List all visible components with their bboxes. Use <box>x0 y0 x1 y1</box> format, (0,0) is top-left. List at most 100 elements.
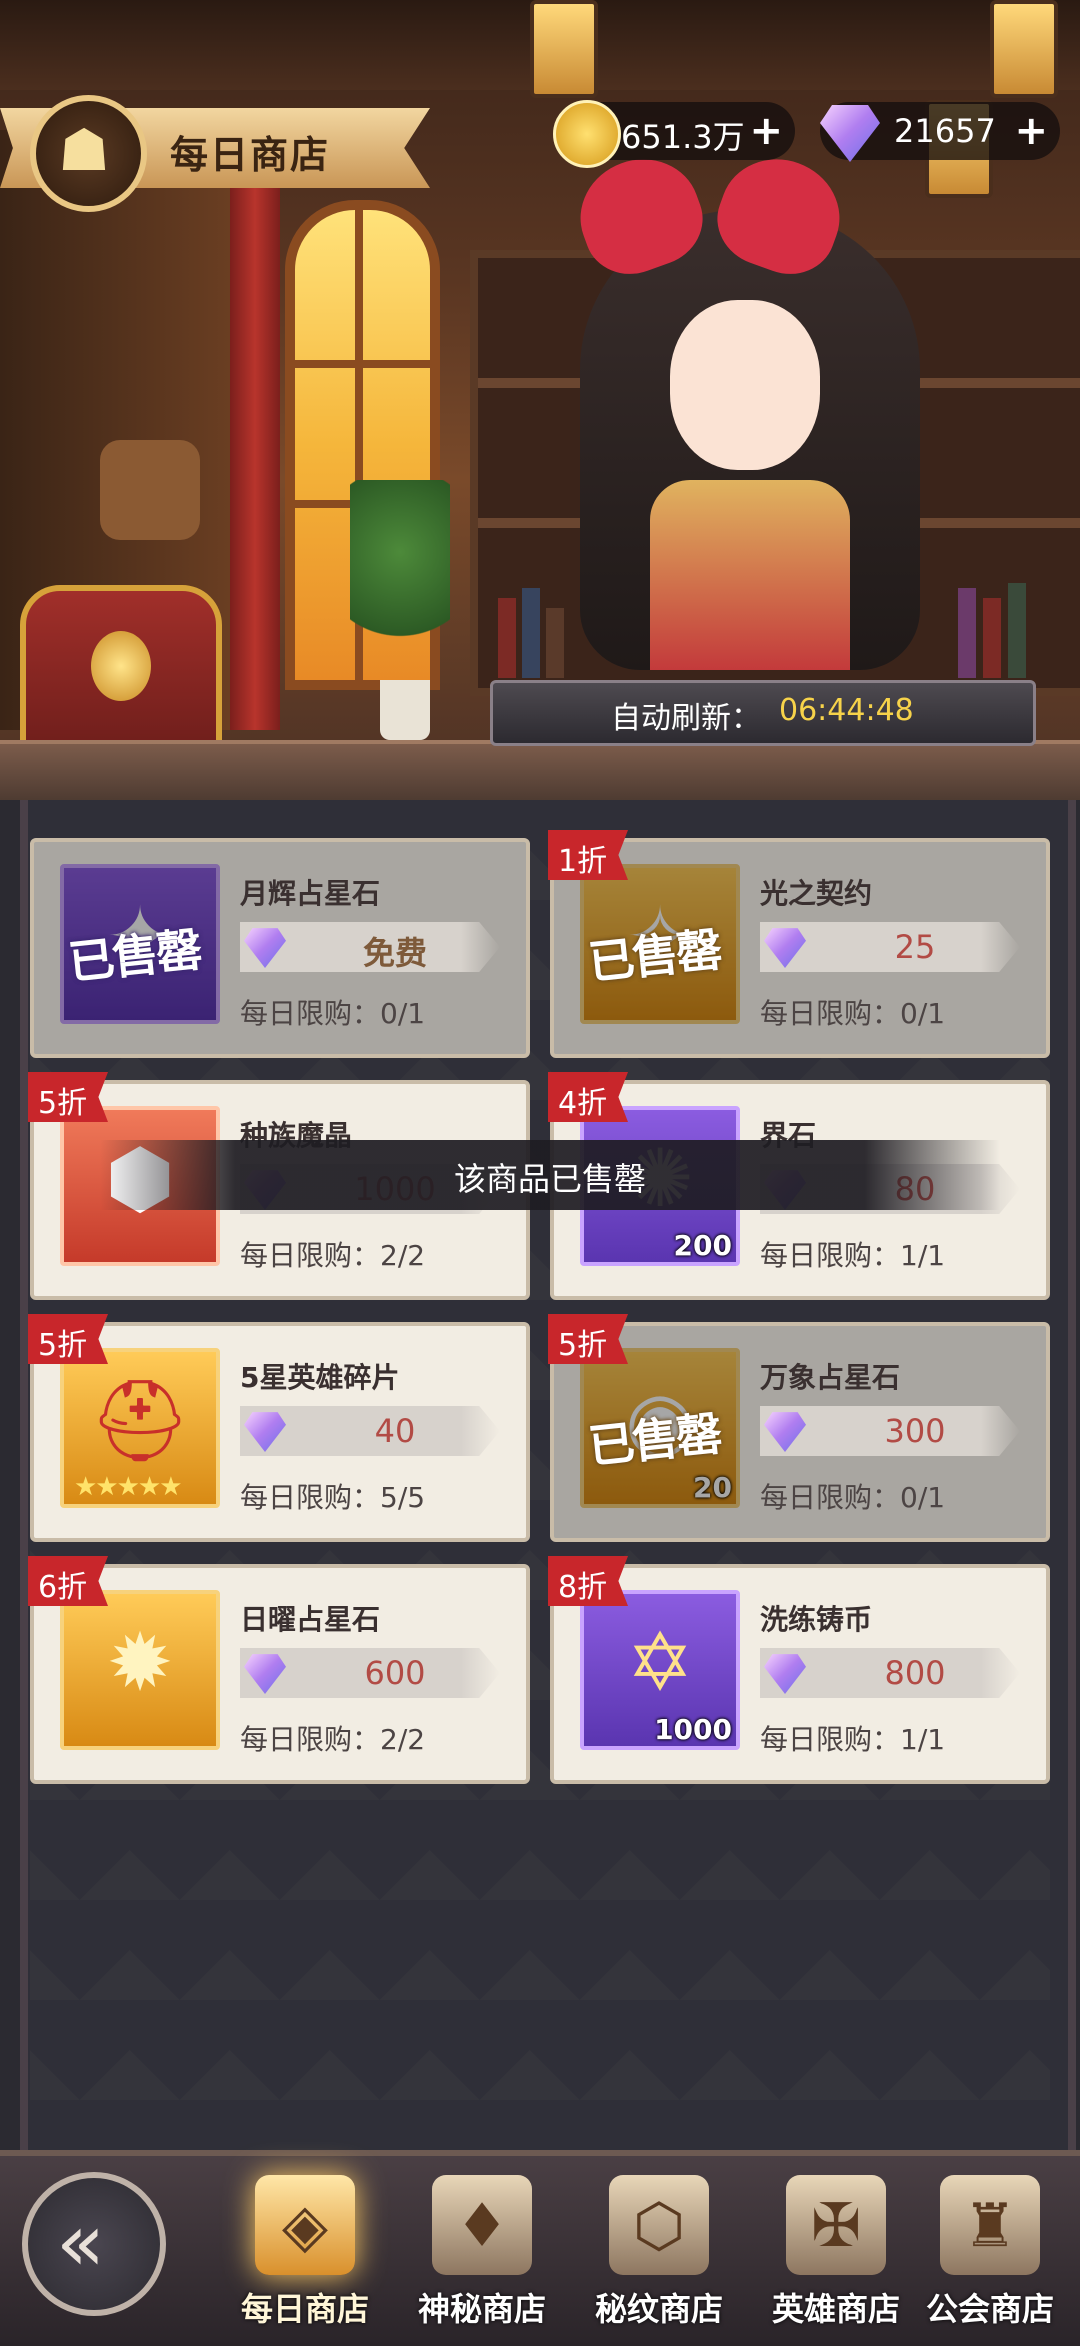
add-diamond-button[interactable]: + <box>1014 108 1048 154</box>
lamp-decoration <box>990 0 1058 98</box>
tab-daily-shop[interactable]: ◈ 每日商店 <box>215 2165 395 2340</box>
diamond-amount: 21657 <box>894 112 996 150</box>
discount-label: 5折 <box>38 1086 88 1121</box>
purchase-limit: 每日限购：2/2 <box>240 1239 426 1272</box>
item-name: 月辉占星石 <box>240 877 381 910</box>
toast-message: 该商品已售罄 <box>453 1160 646 1198</box>
counter-top <box>0 740 1080 800</box>
tab-label: 每日商店 <box>240 2290 369 2328</box>
plant-pot <box>380 680 430 740</box>
item-name: 万象占星石 <box>760 1361 901 1394</box>
shop-item-card[interactable]: ✡ 1000 洗练铸币 800 每日限购：1/1 8折 <box>548 1556 1050 1784</box>
refresh-countdown: 06:44:48 <box>779 693 914 728</box>
discount-badge: 1折 <box>548 830 628 880</box>
item-quantity: 1000 <box>654 1713 732 1746</box>
purchase-limit: 每日限购：0/1 <box>760 1481 946 1514</box>
page-title: 每日商店 <box>170 133 331 177</box>
tab-label: 秘纹商店 <box>594 2290 723 2328</box>
purchase-limit: 每日限购：1/1 <box>760 1239 946 1272</box>
item-name: 5星英雄碎片 <box>240 1361 400 1394</box>
treasure-chest <box>20 585 222 757</box>
balloon-icon: ☗ <box>30 95 147 212</box>
purchase-limit: 每日限购：0/1 <box>240 997 426 1030</box>
price-bar: 40 <box>240 1406 500 1456</box>
tab-label: 英雄商店 <box>771 2290 900 2328</box>
item-price: 800 <box>884 1654 946 1692</box>
shop-item-card[interactable]: ✹ 日曜占星石 600 每日限购：2/2 6折 <box>28 1556 530 1784</box>
shop-item-card[interactable]: ◉ 20 已售罄 万象占星石 300 每日限购：0/1 5折 <box>548 1314 1050 1542</box>
diamond-icon <box>764 1654 806 1694</box>
shop-item-card[interactable]: ⛑ ★★★★★ 5星英雄碎片 40 每日限购：5/5 5折 <box>28 1314 530 1542</box>
diamond-icon <box>244 1412 286 1452</box>
five-star-rating: ★★★★★ <box>74 1472 183 1502</box>
tab-label: 神秘商店 <box>417 2290 546 2328</box>
shop-item-card[interactable]: ✦ 已售罄 月辉占星石 免费 每日限购：0/1 <box>30 838 530 1058</box>
sold-out-stamp: 已售罄 <box>585 922 723 990</box>
add-gold-button[interactable]: + <box>749 108 783 154</box>
sun-astral-stone-icon: ✹ <box>60 1590 220 1750</box>
item-price: 40 <box>374 1412 416 1450</box>
back-arrow-icon: « <box>56 2196 105 2289</box>
lamp-decoration <box>530 0 598 98</box>
diamond-crest-icon: ♦ <box>432 2175 532 2275</box>
item-price: 免费 <box>362 934 427 972</box>
item-quantity: 20 <box>693 1471 732 1504</box>
gold-currency: 651.3万 + <box>553 100 795 168</box>
discount-label: 4折 <box>558 1086 608 1121</box>
item-price: 300 <box>884 1412 946 1450</box>
price-bar: 300 <box>760 1406 1020 1456</box>
discount-badge: 5折 <box>548 1314 628 1364</box>
refresh-label: 自动刷新： <box>611 701 761 736</box>
sword-emblem-icon: ✠ <box>786 2175 886 2275</box>
auto-refresh-timer: 自动刷新： 06:44:48 <box>490 680 1036 746</box>
back-button[interactable]: « <box>22 2172 166 2316</box>
diamond-icon <box>244 928 286 968</box>
purchase-limit: 每日限购：2/2 <box>240 1723 426 1756</box>
refine-coin-icon: ✡ 1000 <box>580 1590 740 1750</box>
price-bar: 免费 <box>240 922 500 972</box>
discount-badge: 6折 <box>28 1556 108 1606</box>
discount-label: 5折 <box>558 1328 608 1363</box>
discount-label: 8折 <box>558 1570 608 1605</box>
sold-out-toast: 该商品已售罄 <box>100 1140 1000 1210</box>
price-bar: 600 <box>240 1648 500 1698</box>
diamond-icon <box>764 928 806 968</box>
diamond-currency: 21657 + <box>820 102 1060 162</box>
item-name: 光之契约 <box>760 877 873 910</box>
price-bar: 800 <box>760 1648 1020 1698</box>
item-name: 日曜占星石 <box>240 1603 381 1636</box>
shopkeeper-character <box>540 150 960 670</box>
winged-crest-icon: ♜ <box>940 2175 1040 2275</box>
discount-label: 1折 <box>558 844 608 879</box>
discount-badge: 5折 <box>28 1072 108 1122</box>
tab-rune-shop[interactable]: ⬡ 秘纹商店 <box>569 2165 749 2340</box>
purchase-limit: 每日限购：5/5 <box>240 1481 426 1514</box>
rune-crystal-icon: ⬡ <box>609 2175 709 2275</box>
purchase-limit: 每日限购：1/1 <box>760 1723 946 1756</box>
discount-label: 6折 <box>38 1570 88 1605</box>
purchase-limit: 每日限购：0/1 <box>760 997 946 1030</box>
sold-out-stamp: 已售罄 <box>585 1406 723 1474</box>
curtain <box>230 170 280 730</box>
tab-label: 公会商店 <box>925 2290 1054 2328</box>
hero-helmet-shard-icon: ⛑ ★★★★★ <box>60 1348 220 1508</box>
hanging-bag <box>100 440 200 540</box>
discount-badge: 5折 <box>28 1314 108 1364</box>
diamond-icon <box>244 1654 286 1694</box>
diamond-icon <box>764 1412 806 1452</box>
tab-hero-shop[interactable]: ✠ 英雄商店 <box>746 2165 926 2340</box>
price-bar: 25 <box>760 922 1020 972</box>
tab-guild-shop[interactable]: ♜ 公会商店 <box>900 2165 1080 2340</box>
discount-label: 5折 <box>38 1328 88 1363</box>
item-quantity: 200 <box>673 1229 732 1262</box>
tab-mystery-shop[interactable]: ♦ 神秘商店 <box>392 2165 572 2340</box>
sold-out-stamp: 已售罄 <box>65 922 203 990</box>
potted-plant <box>350 480 450 660</box>
discount-badge: 8折 <box>548 1556 628 1606</box>
discount-badge: 4折 <box>548 1072 628 1122</box>
shop-item-card[interactable]: ✧ 已售罄 光之契约 25 每日限购：0/1 1折 <box>548 830 1050 1058</box>
item-price: 25 <box>894 928 936 966</box>
gold-coin-icon <box>553 100 621 168</box>
item-price: 600 <box>364 1654 426 1692</box>
gift-box-icon: ◈ <box>255 2175 355 2275</box>
